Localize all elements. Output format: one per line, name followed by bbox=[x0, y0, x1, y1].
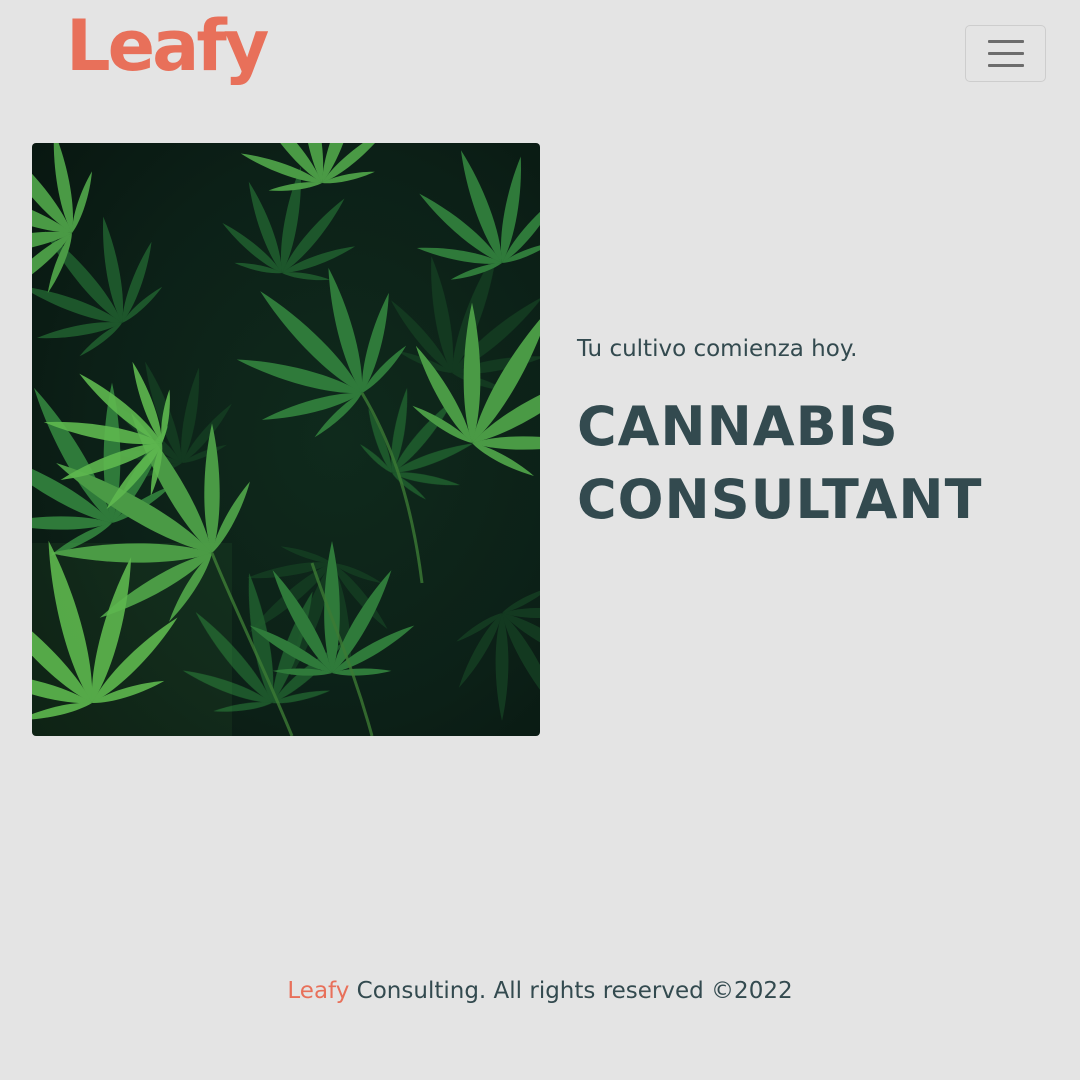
headline-line-2: CONSULTANT bbox=[577, 468, 983, 531]
hero-headline: CANNABIS CONSULTANT bbox=[577, 390, 982, 536]
menu-toggle-button[interactable] bbox=[965, 25, 1046, 82]
hamburger-menu-icon bbox=[988, 40, 1024, 43]
footer-text: Consulting. All rights reserved ©2022 bbox=[356, 978, 793, 1004]
logo[interactable]: Leafy bbox=[66, 4, 269, 88]
footer: Leafy Consulting. All rights reserved ©2… bbox=[0, 974, 1080, 1008]
cannabis-leaves-photo bbox=[32, 143, 540, 736]
footer-brand: Leafy bbox=[287, 978, 350, 1004]
headline-line-1: CANNABIS bbox=[577, 395, 899, 458]
hero-image bbox=[32, 143, 540, 736]
hero-tagline: Tu cultivo comienza hoy. bbox=[577, 336, 858, 362]
